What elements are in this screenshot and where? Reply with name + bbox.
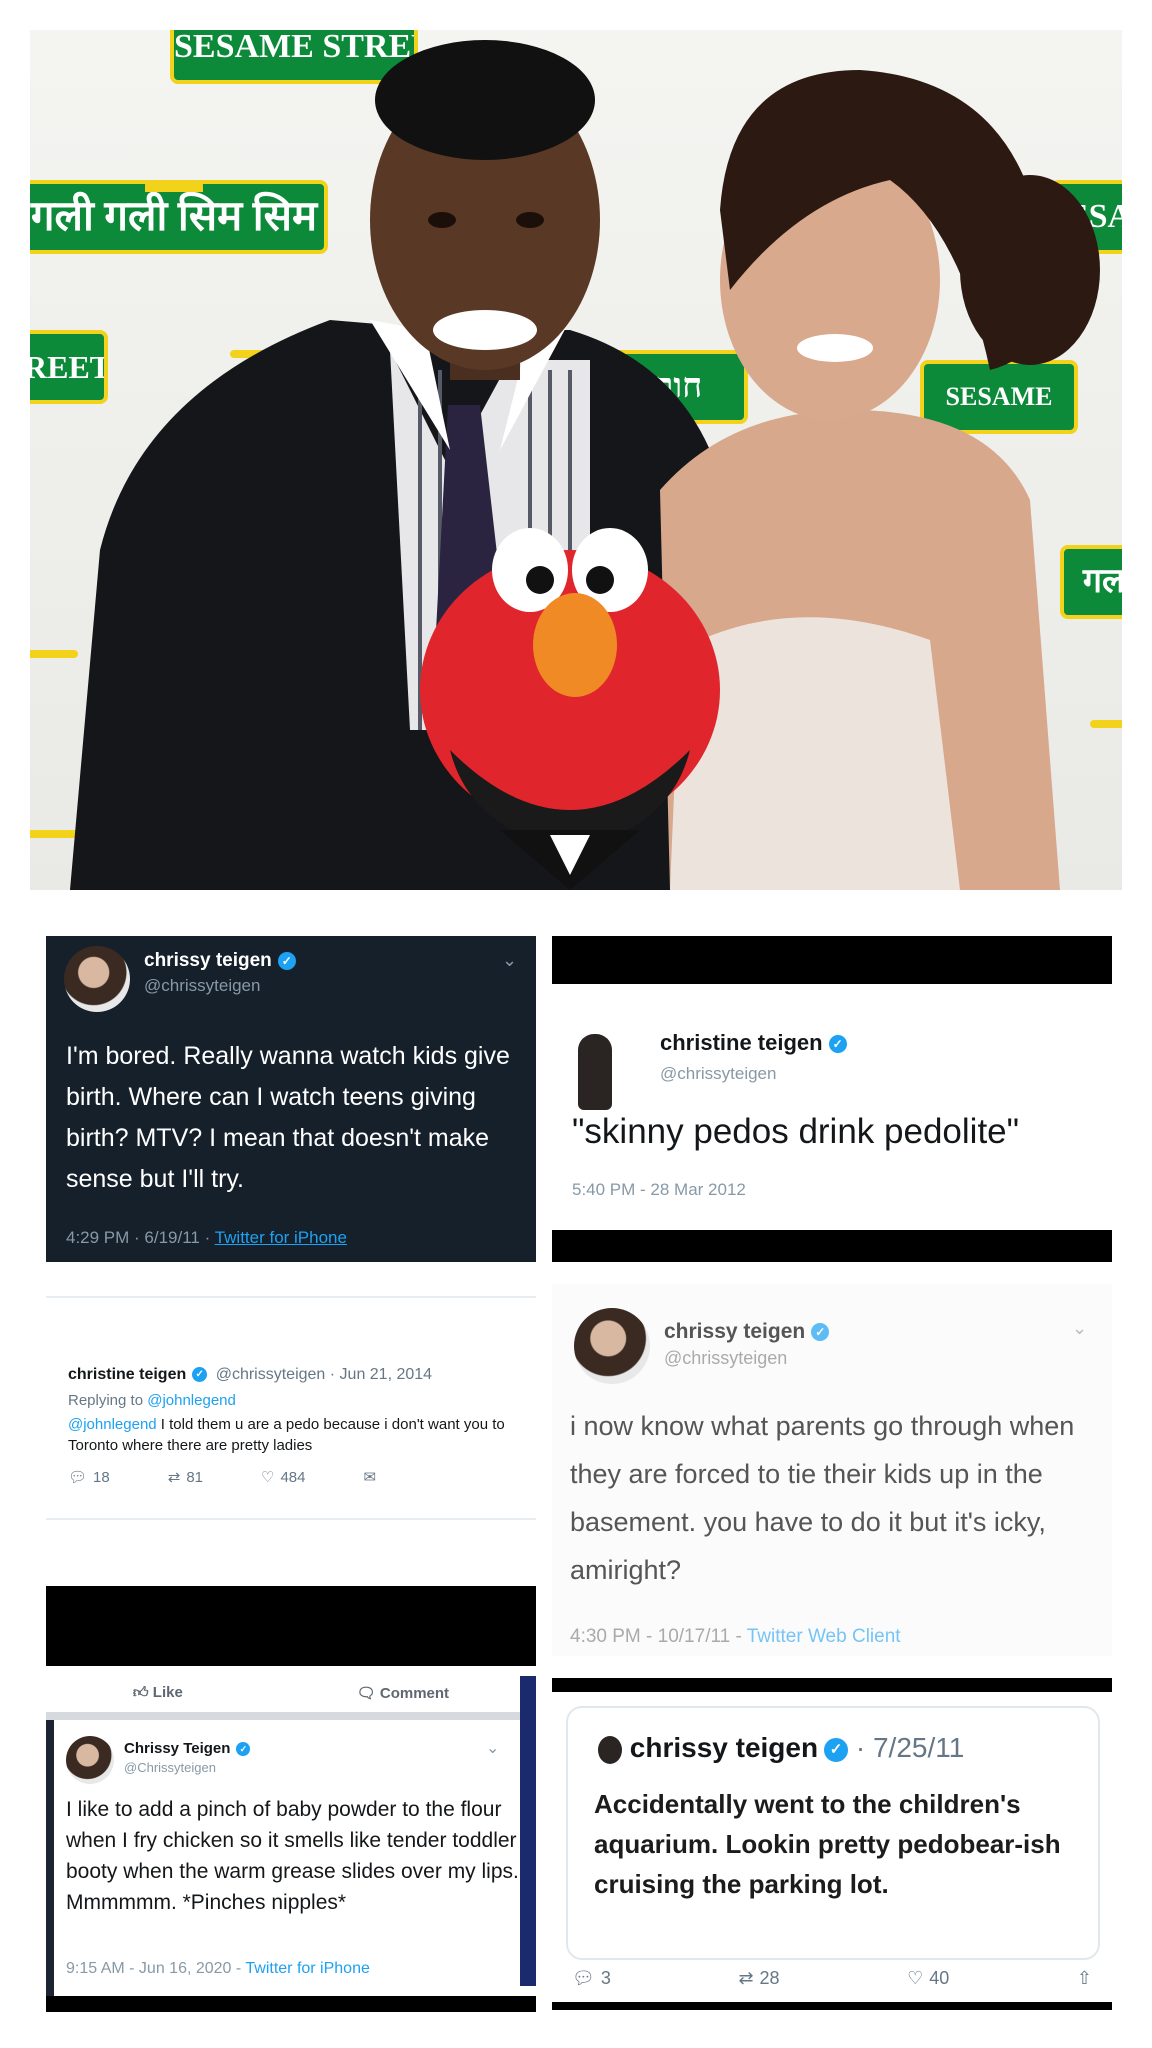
- replying-to: Replying to @johnlegend: [68, 1392, 236, 1409]
- chevron-down-icon[interactable]: ⌄: [486, 1738, 499, 1758]
- tweet-client-link[interactable]: Twitter Web Client: [747, 1626, 901, 1647]
- black-bar: [552, 2002, 1112, 2010]
- tweet-handle: @chrissyteigen: [664, 1348, 788, 1368]
- left-border: [46, 1720, 54, 1996]
- tweet-actions: 💬︎ 3 ⇄ 28 ♡ 40 ⇧: [572, 1968, 1092, 1989]
- chevron-down-icon[interactable]: ⌄: [502, 950, 517, 971]
- tweet-handle: @Chrissyteigen: [124, 1760, 216, 1775]
- tweet-timestamp: 5:40 PM - 28 Mar 2012: [572, 1180, 746, 1199]
- tweet-author: chrissy teigen ✓: [144, 950, 296, 972]
- tweet-timestamp: 9:15 AM - Jun 16, 2020 - Twitter for iPh…: [66, 1960, 370, 1977]
- tweet-timestamp: 4:30 PM - 10/17/11 - Twitter Web Client: [570, 1626, 901, 1647]
- retweet-icon: ⇄: [167, 1469, 181, 1486]
- avatar: [574, 1308, 650, 1384]
- tweet-author: chrissy teigen ✓: [664, 1320, 830, 1344]
- tweet-text: I'm bored. Really wanna watch kids give …: [66, 1042, 510, 1193]
- share-button[interactable]: ⇧: [1077, 1968, 1092, 1989]
- tweet-author: chrissy teigen: [629, 1732, 819, 1763]
- tweet-author: Chrissy Teigen ✓: [124, 1740, 251, 1757]
- tweet-card-basement: chrissy teigen ✓ @chrissyteigen ⌄ i now k…: [552, 1284, 1112, 1656]
- envelope-icon: ✉: [363, 1469, 377, 1486]
- comment-button[interactable]: 🗨︎ Comment: [357, 1684, 449, 1702]
- avatar: [66, 1736, 114, 1784]
- tweet-card-toronto: christine teigen ✓ @chrissyteigen · Jun 2…: [46, 1296, 536, 1521]
- tweet-handle: @chrissyteigen: [660, 1064, 777, 1083]
- divider: [46, 1296, 536, 1298]
- avatar: [598, 1735, 622, 1764]
- heart-icon: ♡: [261, 1469, 275, 1486]
- verified-badge-icon: ✓: [277, 951, 296, 970]
- heart-icon: ♡: [907, 1968, 924, 1988]
- tweet-card-baby-powder: 👍︎ Like 🗨︎ Comment Chrissy Teigen ✓ @Chri…: [46, 1676, 536, 1996]
- facebook-actions: 👍︎ Like 🗨︎ Comment: [46, 1676, 536, 1710]
- tweet-actions: 💬︎ 18 ⇄ 81 ♡ 484 ✉: [68, 1468, 376, 1487]
- thumbs-up-icon: 👍︎: [132, 1684, 149, 1701]
- chevron-down-icon[interactable]: ⌄: [1072, 1318, 1087, 1339]
- tweet-client-link[interactable]: Twitter for iPhone: [215, 1228, 347, 1247]
- tweet-meta: @chrissyteigen · Jun 21, 2014: [215, 1366, 433, 1383]
- black-bar: [552, 936, 1112, 984]
- tweet-author: christine teigen: [68, 1366, 187, 1383]
- tweet-text: I like to add a pinch of baby powder to …: [66, 1798, 519, 1914]
- tweet-text: Accidentally went to the children's aqua…: [594, 1789, 1061, 1899]
- verified-badge-icon: ✓: [811, 1323, 830, 1342]
- retweet-button[interactable]: ⇄ 81: [167, 1468, 203, 1487]
- side-strip: [520, 1676, 536, 1986]
- share-icon: ⇧: [1076, 1968, 1092, 1988]
- tweet-card-birth: chrissy teigen ✓ @chrissyteigen ⌄ I'm bor…: [46, 936, 536, 1262]
- people-illustration: [70, 40, 1100, 890]
- black-bar: [46, 1586, 536, 1666]
- tweet-client-link[interactable]: Twitter for iPhone: [245, 1960, 370, 1977]
- comment-icon: 🗨︎: [356, 1685, 376, 1702]
- reply-button[interactable]: 💬︎ 18: [68, 1468, 110, 1487]
- message-button[interactable]: ✉: [363, 1468, 376, 1486]
- verified-badge-icon: ✓: [828, 1035, 847, 1054]
- divider: [46, 1518, 536, 1520]
- retweet-icon: ⇄: [738, 1968, 754, 1988]
- tweet-text: @johnlegend I told them u are a pedo bec…: [68, 1416, 505, 1454]
- avatar: [578, 1034, 612, 1110]
- reply-icon: 💬︎: [68, 1469, 88, 1486]
- verified-badge-icon: ✓: [236, 1742, 251, 1757]
- reply-icon: 💬︎: [572, 1968, 595, 1988]
- tweet-text: "skinny pedos drink pedolite": [572, 1112, 1020, 1151]
- avatar: [64, 946, 130, 1012]
- tweet-handle: @chrissyteigen: [144, 976, 261, 995]
- divider: [46, 1712, 536, 1720]
- tweet-header: christine teigen ✓ @chrissyteigen · Jun 2…: [68, 1366, 432, 1384]
- black-bar: [46, 1996, 536, 2012]
- reply-button[interactable]: 💬︎ 3: [572, 1968, 611, 1989]
- tweet-date: · 7/25/11: [855, 1732, 965, 1763]
- reply-mention-link[interactable]: @johnlegend: [147, 1392, 236, 1409]
- tweet-card-pedolite: christine teigen ✓ @chrissyteigen "skinny…: [552, 984, 1112, 1230]
- tweet-timestamp: 4:29 PM · 6/19/11 · Twitter for iPhone: [66, 1228, 347, 1247]
- tweet-card-aquarium: chrissy teigen ✓ · 7/25/11 Accidentally w…: [552, 1692, 1112, 2002]
- event-photo: SESAME STREET 123गली गली सिम सिम REET ES…: [30, 30, 1122, 890]
- verified-badge-icon: ✓: [824, 1737, 849, 1762]
- black-bar: [552, 1230, 1112, 1262]
- tweet-author: christine teigen ✓: [660, 1030, 847, 1056]
- like-button[interactable]: 👍︎ Like: [133, 1684, 183, 1702]
- tweet-text: i now know what parents go through when …: [570, 1411, 1075, 1585]
- like-button[interactable]: ♡ 484: [261, 1468, 305, 1487]
- mention-link[interactable]: @johnlegend: [68, 1416, 157, 1433]
- like-button[interactable]: ♡ 40: [907, 1968, 949, 1989]
- black-bar: [552, 1678, 1112, 1692]
- tweet-header: chrissy teigen ✓ · 7/25/11: [598, 1732, 964, 1764]
- verified-badge-icon: ✓: [192, 1367, 208, 1383]
- retweet-button[interactable]: ⇄ 28: [738, 1968, 779, 1989]
